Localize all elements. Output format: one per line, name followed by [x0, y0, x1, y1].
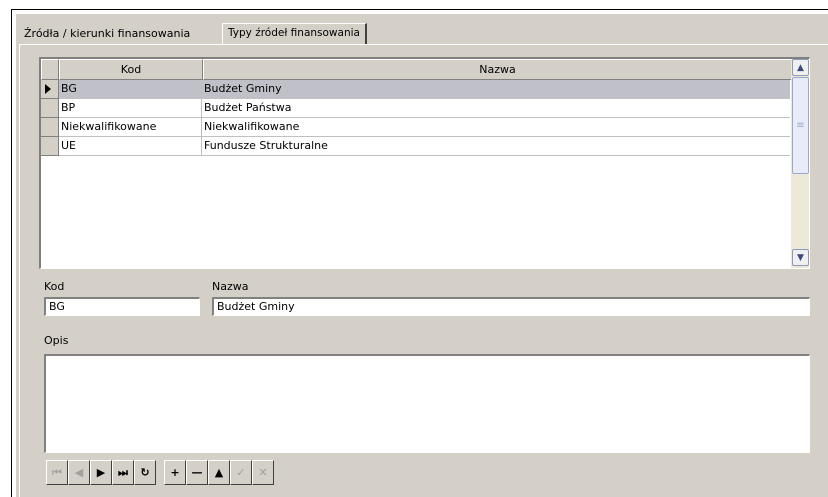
scroll-thumb[interactable]: ≡	[792, 77, 809, 174]
post-button[interactable]: ✓	[230, 460, 252, 485]
kod-field[interactable]: BG	[44, 297, 200, 316]
cell-kod[interactable]: UE	[59, 137, 202, 156]
table-row[interactable]: BG Budżet Gminy	[41, 80, 790, 99]
first-record-button[interactable]: ⏮	[46, 460, 68, 485]
table-row[interactable]: UE Fundusze Strukturalne	[41, 137, 790, 156]
cancel-button[interactable]: ✕	[252, 460, 274, 485]
checkmark-icon: ✓	[236, 466, 246, 479]
refresh-button[interactable]: ↻	[134, 460, 156, 485]
next-record-icon: ▶	[96, 466, 106, 479]
table-row[interactable]: BP Budżet Państwa	[41, 99, 790, 118]
row-indicator	[41, 137, 59, 156]
tab-typy-zrodel[interactable]: Typy źródeł finansowania	[222, 23, 367, 44]
prior-record-button[interactable]: ◀	[68, 460, 90, 485]
edit-triangle-icon: ▲	[214, 466, 224, 479]
cell-nazwa[interactable]: Fundusze Strukturalne	[202, 137, 790, 156]
refresh-icon: ↻	[140, 466, 150, 479]
row-indicator	[41, 99, 59, 118]
column-header-nazwa[interactable]: Nazwa	[203, 59, 792, 80]
plus-icon: +	[170, 466, 180, 479]
column-header-kod[interactable]: Kod	[59, 59, 203, 80]
grid-header: Kod Nazwa	[41, 59, 792, 80]
delete-button[interactable]: —	[186, 460, 208, 485]
chevron-down-icon: ▼	[797, 252, 804, 263]
last-record-icon: ⏭	[118, 465, 128, 479]
table-row[interactable]: Niekwalifikowane Niekwalifikowane	[41, 118, 790, 137]
grid-indicator-header	[41, 59, 59, 80]
last-record-button[interactable]: ⏭	[112, 460, 134, 485]
nazwa-label: Nazwa	[212, 280, 249, 293]
next-record-button[interactable]: ▶	[90, 460, 112, 485]
current-row-arrow-icon	[45, 84, 51, 94]
kod-label: Kod	[44, 280, 65, 293]
vertical-scrollbar[interactable]: ▲ ≡ ▼	[791, 59, 809, 268]
cell-nazwa[interactable]: Niekwalifikowane	[202, 118, 790, 137]
record-navigator: ⏮ ◀ ▶ ⏭ ↻ + — ▲ ✓ ✕	[46, 460, 274, 485]
scroll-down-button[interactable]: ▼	[792, 249, 809, 266]
opis-memo[interactable]	[44, 354, 810, 453]
first-record-icon: ⏮	[52, 465, 62, 479]
insert-button[interactable]: +	[164, 460, 186, 485]
minus-icon: —	[191, 466, 203, 479]
grid-body: BG Budżet Gminy BP Budżet Państwa Niekwa…	[41, 80, 790, 156]
cell-nazwa[interactable]: Budżet Gminy	[202, 80, 790, 99]
cell-nazwa[interactable]: Budżet Państwa	[202, 99, 790, 118]
scroll-up-button[interactable]: ▲	[792, 59, 809, 76]
data-grid[interactable]: Kod Nazwa BG Budżet Gminy BP Budżet Pańs…	[39, 57, 810, 269]
prior-record-icon: ◀	[74, 466, 84, 479]
grip-icon: ≡	[796, 120, 805, 131]
cell-kod[interactable]: BG	[59, 80, 202, 99]
opis-label: Opis	[44, 334, 69, 347]
chevron-up-icon: ▲	[797, 62, 804, 73]
nazwa-field[interactable]: Budżet Gminy	[212, 297, 810, 316]
cell-kod[interactable]: Niekwalifikowane	[59, 118, 202, 137]
row-indicator	[41, 118, 59, 137]
cell-kod[interactable]: BP	[59, 99, 202, 118]
tab-zrodla-kierunki[interactable]: Źródła / kierunki finansowania	[19, 25, 196, 45]
edit-button[interactable]: ▲	[208, 460, 230, 485]
close-icon: ✕	[258, 466, 268, 479]
row-indicator	[41, 80, 59, 99]
